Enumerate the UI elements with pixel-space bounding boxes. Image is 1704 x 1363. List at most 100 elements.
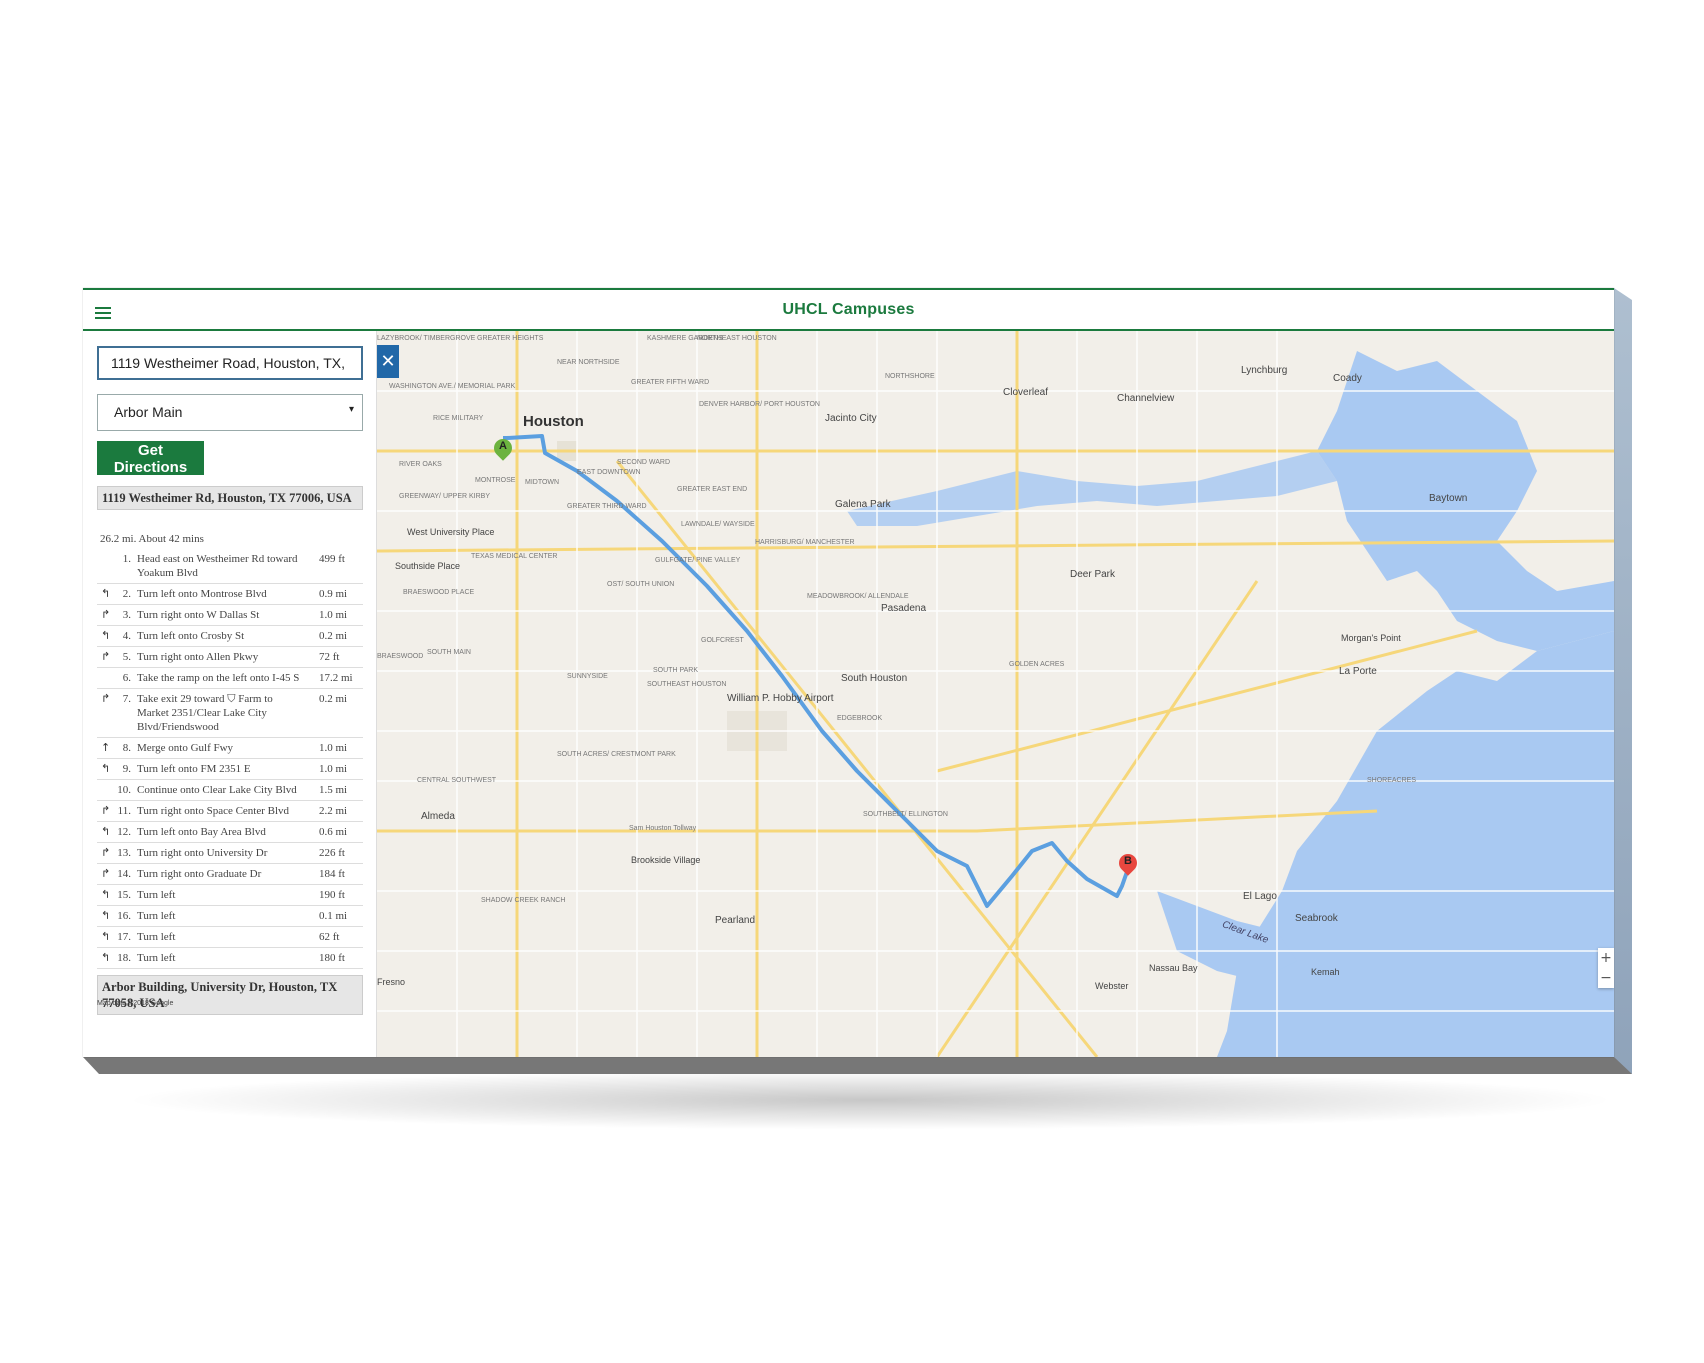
marker-b-label: B — [1124, 855, 1132, 867]
direction-step[interactable]: 10. Continue onto Clear Lake City Blvd 1.5… — [97, 780, 363, 801]
map-label: GREENWAY/ UPPER KIRBY — [399, 493, 491, 500]
map-label: RICE MILITARY — [433, 415, 484, 422]
step-number: 8. — [122, 742, 131, 754]
turn-left-icon: ↰ — [101, 825, 111, 838]
map-label: West University Place — [407, 527, 495, 537]
turn-right-icon: ↱ — [101, 804, 111, 817]
route-summary: 26.2 mi. About 42 mins — [100, 533, 204, 545]
direction-step[interactable]: ↰ 2. Turn left onto Montrose Blvd 0.9 mi — [97, 584, 363, 605]
step-distance: 0.2 mi — [319, 630, 348, 642]
direction-step[interactable]: 1. Head east on Westheimer Rd toward Yoak… — [97, 549, 363, 584]
map-label: Jacinto City — [825, 413, 877, 424]
map-label: GREATER FIFTH WARD — [631, 379, 710, 386]
direction-step[interactable]: 6. Take the ramp on the left onto I-45 S 1… — [97, 668, 363, 689]
merge-icon: ↑ — [101, 741, 111, 754]
step-text: Turn left onto FM 2351 E — [137, 763, 251, 775]
map-label: Kemah — [1311, 967, 1340, 977]
ramp-right-icon: ↱ — [101, 692, 111, 705]
step-distance: 1.0 mi — [319, 742, 348, 754]
map-label: SHOREACRES — [1367, 777, 1417, 784]
map-label: NORTHSHORE — [885, 373, 935, 380]
step-number: 12. — [117, 826, 131, 838]
direction-step[interactable]: ↰ 18. Turn left 180 ft — [97, 948, 363, 969]
map-label: Houston — [523, 413, 584, 430]
turn-left-icon: ↰ — [101, 930, 111, 943]
map-label: MONTROSE — [475, 477, 516, 484]
map-view[interactable]: ✕ A B Houston MONTROSE MIDTOWN EAST DOWN… — [377, 331, 1614, 1057]
direction-step[interactable]: ↱ 13. Turn right onto University Dr 226 ft — [97, 843, 363, 864]
map-label: South Houston — [841, 673, 908, 684]
map-label: William P. Hobby Airport — [727, 693, 834, 704]
map-label: BRAESWOOD — [377, 653, 424, 660]
step-distance: 0.2 mi — [319, 693, 348, 705]
map-label: Channelview — [1117, 393, 1175, 404]
map-label: GREATER HEIGHTS — [477, 335, 544, 342]
app-title: UHCL Campuses — [782, 301, 915, 318]
map-label: Southside Place — [395, 561, 461, 571]
map-label: Baytown — [1429, 493, 1468, 504]
direction-step[interactable]: ↰ 12. Turn left onto Bay Area Blvd 0.6 mi — [97, 822, 363, 843]
direction-step[interactable]: ↰ 16. Turn left 0.1 mi — [97, 906, 363, 927]
map-label: SOUTH ACRES/ CRESTMONT PARK — [557, 751, 676, 758]
step-number: 14. — [117, 868, 131, 880]
map-label: Fresno — [377, 977, 406, 987]
map-label: SOUTHBELT/ ELLINGTON — [863, 811, 948, 818]
map-label: GREATER THIRD WARD — [567, 503, 647, 510]
destination-select[interactable]: Arbor Main ▾ — [97, 394, 363, 431]
map-label: LAZYBROOK/ TIMBERGROVE — [377, 335, 476, 342]
canvas-edge-right — [1614, 288, 1632, 1074]
direction-step[interactable]: ↱ 11. Turn right onto Space Center Blvd 2.2… — [97, 801, 363, 822]
step-text: Take the ramp on the left onto I-45 S — [137, 672, 300, 684]
map-label: SHADOW CREEK RANCH — [481, 897, 566, 904]
step-text: Turn left onto Crosby St — [137, 630, 245, 642]
map-label: Pasadena — [881, 603, 927, 614]
step-text: Turn left — [137, 910, 176, 922]
map-label: WASHINGTON AVE./ MEMORIAL PARK — [389, 383, 516, 390]
directions-sidebar: Arbor Main ▾ Get Directions 1119 Westhei… — [83, 331, 377, 1057]
map-label: SOUTH PARK — [653, 667, 698, 674]
direction-step[interactable]: ↱ 5. Turn right onto Allen Pkwy 72 ft — [97, 647, 363, 668]
select-caret-icon: ▾ — [348, 404, 354, 415]
map-label: LAWNDALE/ WAYSIDE — [681, 521, 755, 528]
map-label: NEAR NORTHSIDE — [557, 359, 620, 366]
turn-left-icon: ↰ — [101, 909, 111, 922]
close-panel-icon[interactable]: ✕ — [377, 345, 399, 378]
step-number: 9. — [122, 763, 131, 775]
map-label: El Lago — [1243, 891, 1277, 902]
step-text: Turn left onto Montrose Blvd — [137, 588, 267, 600]
get-directions-button[interactable]: Get Directions — [97, 441, 204, 476]
map-label: GREATER EAST END — [677, 486, 748, 493]
map-label: Sam Houston Tollway — [629, 825, 697, 832]
map-label: Pearland — [715, 915, 756, 926]
direction-step[interactable]: ↰ 9. Turn left onto FM 2351 E 1.0 mi — [97, 759, 363, 780]
map-label: Nassau Bay — [1149, 963, 1198, 973]
marker-a-icon[interactable]: A — [490, 435, 516, 467]
step-distance: 2.2 mi — [319, 805, 348, 817]
top-bar: UHCL Campuses — [83, 288, 1614, 331]
map-label: Coady — [1333, 373, 1362, 384]
canvas-edge-bottom — [83, 1057, 1632, 1074]
zoom-out-button[interactable]: − — [1598, 968, 1614, 988]
origin-input[interactable] — [97, 346, 363, 380]
marker-b-icon[interactable]: B — [1115, 850, 1141, 882]
map-label: MIDTOWN — [525, 479, 560, 486]
map-label: Cloverleaf — [1003, 387, 1049, 398]
direction-step[interactable]: ↱ 14. Turn right onto Graduate Dr 184 ft — [97, 864, 363, 885]
direction-step[interactable]: ↰ 4. Turn left onto Crosby St 0.2 mi — [97, 626, 363, 647]
direction-step[interactable]: ↰ 17. Turn left 62 ft — [97, 927, 363, 948]
direction-step[interactable]: ↑ 8. Merge onto Gulf Fwy 1.0 mi — [97, 738, 363, 759]
step-number: 7. — [122, 693, 131, 705]
direction-step[interactable]: ↰ 15. Turn left 190 ft — [97, 885, 363, 906]
step-distance: 0.1 mi — [319, 910, 348, 922]
zoom-controls: + − — [1598, 948, 1614, 988]
direction-step[interactable]: ↱ 7. Take exit 29 toward ⛉ Farm to Market … — [97, 689, 363, 738]
turn-right-icon: ↱ — [101, 867, 111, 880]
destination-selected-value: Arbor Main — [114, 404, 183, 420]
zoom-in-button[interactable]: + — [1598, 948, 1614, 968]
step-distance: 1.5 mi — [319, 784, 348, 796]
direction-step[interactable]: ↱ 3. Turn right onto W Dallas St 1.0 mi — [97, 605, 363, 626]
step-text: Turn left — [137, 889, 176, 901]
map-label: DENVER HARBOR/ PORT HOUSTON — [699, 401, 820, 408]
map-label: Morgan's Point — [1341, 633, 1401, 643]
step-text: Turn right onto W Dallas St — [137, 609, 260, 621]
